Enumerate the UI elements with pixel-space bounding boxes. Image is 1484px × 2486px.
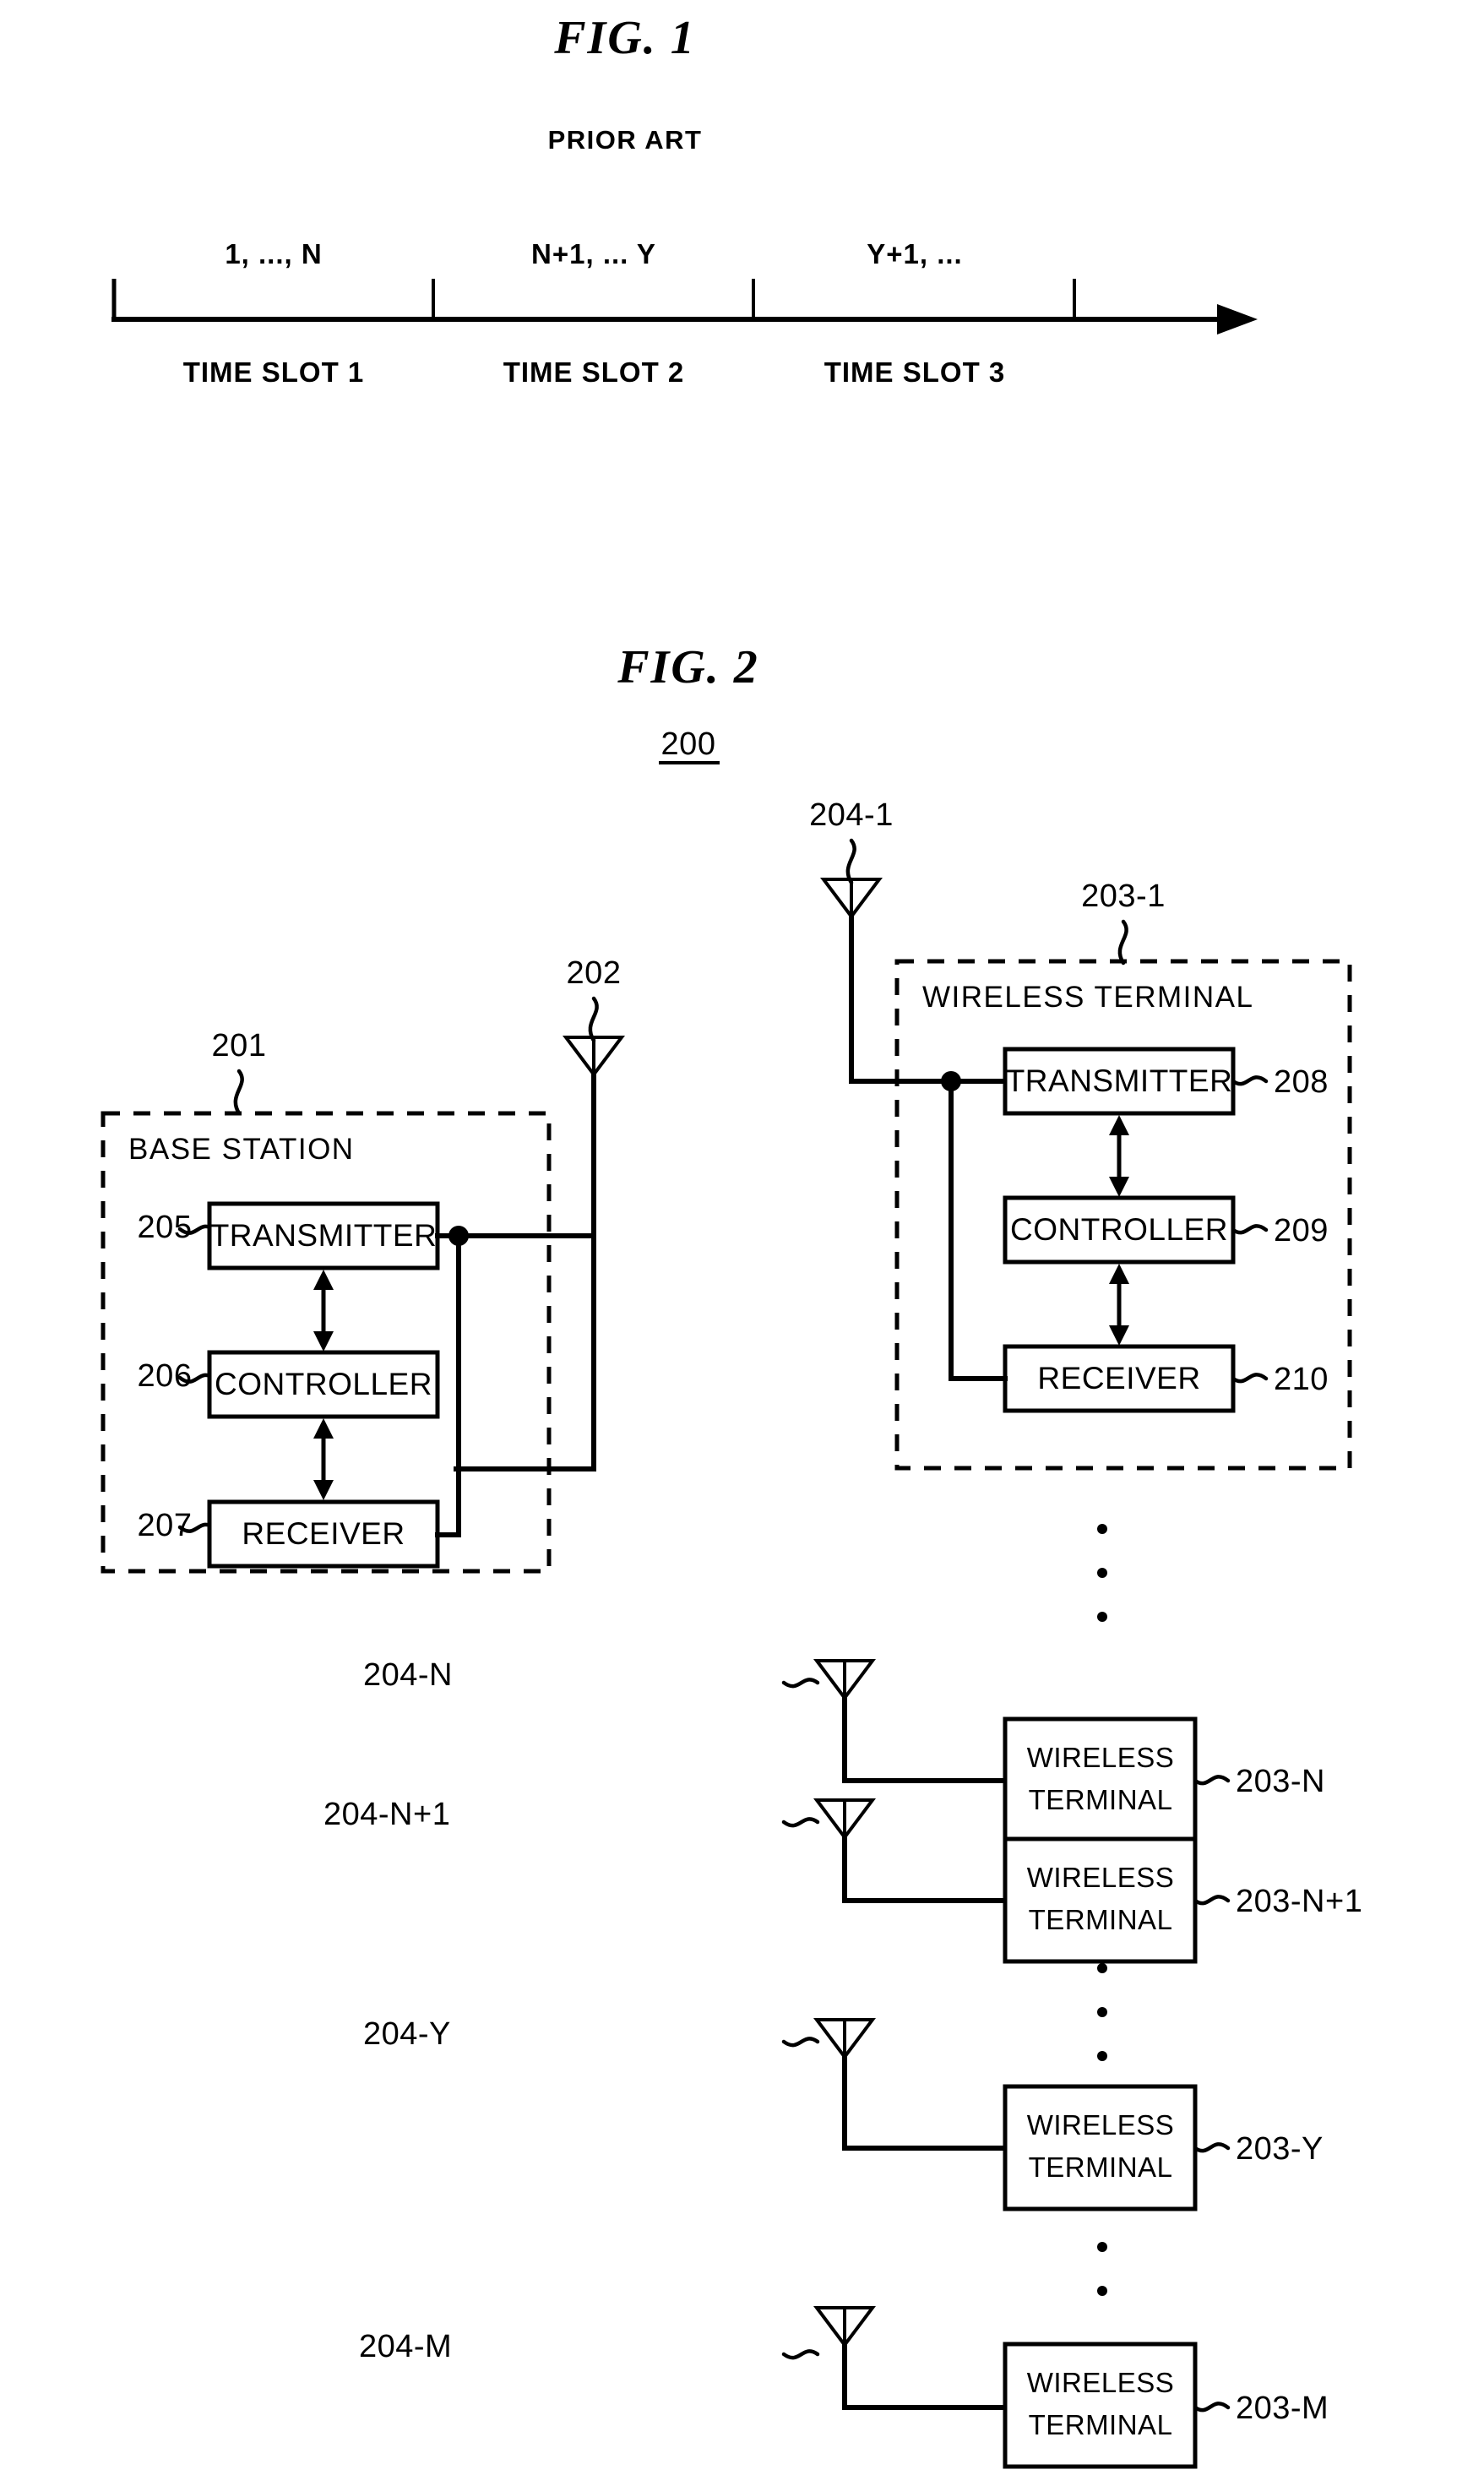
leader-204-1 (845, 838, 856, 885)
figure-2-title: FIG. 2 (617, 641, 759, 694)
ellipsis-dots-1 (1097, 1524, 1107, 1622)
ref-203-N1: 203-N+1 (1236, 1884, 1362, 1919)
wt-controller-label: CONTROLLER (1010, 1212, 1228, 1247)
leader-203-N (1193, 1775, 1231, 1786)
ref-202: 202 (567, 955, 622, 991)
ref-205: 205 (138, 1210, 193, 1245)
terminal-203-N1-line2: TERMINAL (1029, 1904, 1173, 1935)
terminal-row-203-N1: 204-N+1 WIRELESS TERMINAL 203-N+1 (323, 1797, 1362, 1964)
wt-junction-dot (941, 1071, 961, 1091)
leader-203-N1 (1193, 1895, 1231, 1906)
base-station-group: 201 BASE STATION 202 205 TRANSMITTER 206… (101, 955, 625, 1574)
time-slot-label-2: TIME SLOT 2 (503, 356, 685, 388)
antenna-204-M-feedline (842, 2342, 1008, 2410)
leader-203-M (1193, 2402, 1231, 2413)
time-slot-label-3: TIME SLOT 3 (824, 356, 1006, 388)
wt-controller-group: CONTROLLER 209 (1003, 1195, 1329, 1265)
wt-transmitter-group: TRANSMITTER 208 (1003, 1047, 1329, 1116)
system-ref-200: 200 (661, 726, 716, 762)
ref-203-Y: 203-Y (1236, 2131, 1324, 2167)
bs-transmitter-label: TRANSMITTER (210, 1218, 438, 1253)
ref-204-M: 204-M (359, 2329, 452, 2364)
ref-206: 206 (138, 1358, 193, 1394)
figure-1-subtitle: PRIOR ART (548, 125, 703, 155)
ref-201: 201 (212, 1028, 267, 1063)
antenna-204-Y-feedline (842, 2054, 1008, 2151)
antenna-204-N-feedline (842, 1695, 1008, 1783)
bs-transmitter-group: 205 TRANSMITTER (138, 1201, 440, 1270)
bs-rf-bus (435, 1226, 596, 1537)
ref-203-1: 203-1 (1081, 879, 1166, 914)
ref-207: 207 (138, 1508, 193, 1543)
slot-range-1: 1, ..., N (225, 238, 322, 269)
bs-receiver-group: 207 RECEIVER (138, 1499, 440, 1569)
wireless-terminal-label: WIRELESS TERMINAL (922, 981, 1253, 1014)
ref-208: 208 (1274, 1064, 1329, 1100)
terminal-box-203-Y (1003, 2084, 1198, 2211)
figure-1: FIG. 1 PRIOR ART 1, ..., N N+1, ... Y Y+… (111, 12, 1258, 388)
leader-209 (1231, 1224, 1269, 1235)
terminal-203-M-line1: WIRELESS (1027, 2367, 1175, 2398)
terminal-box-203-N (1003, 1716, 1198, 1844)
terminal-row-203-Y: 204-Y WIRELESS TERMINAL 203-Y (363, 2016, 1324, 2211)
wt-receiver-group: RECEIVER 210 (1003, 1344, 1329, 1413)
figure-1-title: FIG. 1 (553, 12, 696, 64)
leader-201 (233, 1069, 244, 1116)
ref-204-N1: 204-N+1 (323, 1797, 450, 1832)
leader-204-M (781, 2349, 820, 2360)
terminal-row-203-M: 204-M WIRELESS TERMINAL 203-M (359, 2306, 1329, 2469)
antenna-204-N1-feedline (842, 1835, 1008, 1903)
terminal-203-M-line2: TERMINAL (1029, 2409, 1173, 2440)
axis-arrow-head (1217, 304, 1258, 335)
ref-210: 210 (1274, 1362, 1329, 1397)
terminal-203-Y-line1: WIRELESS (1027, 2109, 1175, 2141)
figure-2: FIG. 2 200 201 BASE STATION 202 205 TRAN… (101, 641, 1362, 2469)
terminal-203-N-line1: WIRELESS (1027, 1742, 1175, 1773)
bs-receiver-label: RECEIVER (242, 1516, 405, 1551)
bs-controller-group: 206 CONTROLLER (138, 1350, 440, 1419)
leader-210 (1231, 1373, 1269, 1384)
antenna-202-feedline (454, 1215, 596, 1471)
leader-203-Y (1193, 2142, 1231, 2153)
timeline-axis (111, 279, 1258, 335)
bs-controller-label: CONTROLLER (215, 1367, 432, 1401)
slot-range-2: N+1, ... Y (531, 238, 656, 269)
ref-204-N: 204-N (363, 1657, 453, 1693)
wt-transmitter-label: TRANSMITTER (1006, 1063, 1233, 1098)
time-slot-label-1: TIME SLOT 1 (183, 356, 365, 388)
ellipsis-dots-2 (1097, 1963, 1107, 2061)
leader-202 (588, 996, 599, 1043)
base-station-label: BASE STATION (128, 1133, 355, 1166)
slot-range-3: Y+1, ... (867, 238, 962, 269)
ref-203-N: 203-N (1236, 1764, 1325, 1799)
wireless-terminal-detail-group: 204-1 203-1 WIRELESS TERMINAL TRANSMITTE… (809, 797, 1352, 1471)
terminal-box-203-M (1003, 2342, 1198, 2469)
terminal-203-N-line2: TERMINAL (1029, 1784, 1173, 1815)
leader-204-N1 (781, 1817, 820, 1828)
leader-208 (1231, 1075, 1269, 1086)
ref-203-M: 203-M (1236, 2391, 1329, 2426)
wt-receiver-label: RECEIVER (1037, 1361, 1200, 1395)
terminal-203-N1-line1: WIRELESS (1027, 1862, 1175, 1893)
bs-junction-dot (448, 1226, 469, 1246)
terminal-box-203-N1 (1003, 1836, 1198, 1964)
ref-204-1: 204-1 (809, 797, 894, 833)
ellipsis-dots-3 (1097, 2198, 1107, 2296)
leader-204-N (781, 1678, 820, 1689)
wt-rf-bus (941, 1071, 1008, 1381)
ref-204-Y: 204-Y (363, 2016, 451, 2052)
ref-209: 209 (1274, 1213, 1329, 1248)
antenna-202: 202 (454, 955, 625, 1471)
patent-figure-sheet: FIG. 1 PRIOR ART 1, ..., N N+1, ... Y Y+… (101, 12, 1362, 2469)
leader-203-1 (1117, 919, 1128, 966)
leader-204-Y (781, 2037, 820, 2048)
terminal-203-Y-line2: TERMINAL (1029, 2151, 1173, 2183)
